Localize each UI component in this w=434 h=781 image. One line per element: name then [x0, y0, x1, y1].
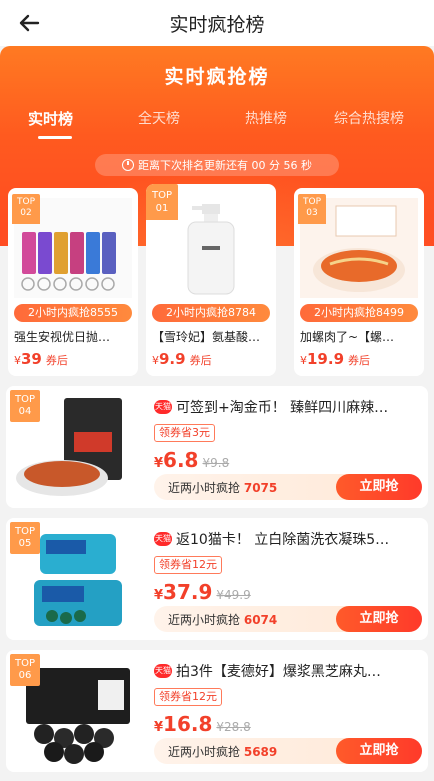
rank-badge: TOP 06	[10, 654, 40, 686]
rank-badge: TOP 03	[298, 194, 326, 224]
buy-now-button[interactable]: 立即抢	[336, 738, 422, 764]
top-card-rank-3[interactable]: TOP 03 2小时内疯抢8499 加螺肉了~【螺… ¥19.9 券后	[294, 188, 424, 376]
tab-hot-search[interactable]: 综合热搜榜	[334, 108, 404, 128]
tmall-badge: 天猫	[154, 400, 172, 414]
tab-realtime[interactable]: 实时榜	[28, 108, 73, 129]
hot-sales-text: 近两小时疯抢 7075	[168, 481, 278, 495]
product-name: 强生安视优日抛…	[14, 330, 111, 344]
list-item[interactable]: TOP 04 天猫 可签到+淘金币！ 臻鲜四川麻辣… 领券省3元 ¥6.8 ¥9.8…	[6, 386, 428, 508]
hot-count-pill: 2小时内疯抢8555	[14, 304, 132, 322]
page-title: 实时疯抢榜	[169, 13, 265, 36]
original-price: ¥28.8	[216, 720, 251, 734]
coupon-badge[interactable]: 领券省12元	[154, 556, 222, 574]
rank-badge: TOP 02	[12, 194, 40, 224]
product-price: ¥9.9 券后	[152, 350, 212, 368]
product-price: ¥6.8 ¥9.8	[154, 448, 230, 472]
coupon-badge[interactable]: 领券省3元	[154, 424, 215, 442]
product-price: ¥16.8 ¥28.8	[154, 712, 251, 736]
hot-sales-bar: 近两小时疯抢 7075 立即抢	[154, 474, 422, 500]
top-nav-bar: 实时疯抢榜	[0, 0, 434, 46]
tab-hot-push[interactable]: 热推榜	[245, 108, 287, 128]
product-price: ¥37.9 ¥49.9	[154, 580, 251, 604]
top-card-rank-1[interactable]: TOP 01 2小时内疯抢8784 【雪玲妃】氨基酸… ¥9.9 券后	[146, 184, 276, 376]
rank-badge: TOP 04	[10, 390, 40, 422]
hot-sales-text: 近两小时疯抢 5689	[168, 745, 278, 759]
buy-now-button[interactable]: 立即抢	[336, 606, 422, 632]
top-card-rank-2[interactable]: TOP 02 2小时内疯抢8555 强生安视优日抛… ¥39 券后	[8, 188, 138, 376]
clock-icon	[122, 159, 134, 171]
hot-sales-text: 近两小时疯抢 6074	[168, 613, 278, 627]
arrow-left-icon[interactable]	[14, 8, 44, 38]
list-item[interactable]: TOP 05 天猫 返10猫卡！ 立白除菌洗衣凝珠5… 领券省12元 ¥37.9 ¥…	[6, 518, 428, 640]
hot-sales-bar: 近两小时疯抢 6074 立即抢	[154, 606, 422, 632]
rank-badge: TOP 05	[10, 522, 40, 554]
tmall-badge: 天猫	[154, 532, 172, 546]
product-name: 可签到+淘金币！ 臻鲜四川麻辣…	[176, 400, 389, 416]
original-price: ¥9.8	[202, 456, 230, 470]
tmall-badge: 天猫	[154, 664, 172, 678]
product-price: ¥19.9 券后	[300, 350, 371, 368]
active-tab-indicator	[38, 136, 72, 139]
hero-title: 实时疯抢榜	[164, 66, 270, 88]
product-name: 【雪玲妃】氨基酸…	[152, 330, 261, 344]
product-name: 加螺肉了~【螺…	[300, 330, 395, 344]
hot-sales-bar: 近两小时疯抢 5689 立即抢	[154, 738, 422, 764]
ranking-tabs: 实时榜 全天榜 热推榜 综合热搜榜	[0, 108, 434, 142]
buy-now-button[interactable]: 立即抢	[336, 474, 422, 500]
product-name: 拍3件【麦德好】爆浆黑芝麻丸…	[176, 664, 381, 680]
tab-all-day[interactable]: 全天榜	[138, 108, 180, 128]
countdown-text: 距离下次排名更新还有 00 分 56 秒	[138, 159, 312, 172]
coupon-badge[interactable]: 领券省12元	[154, 688, 222, 706]
rank-badge: TOP 01	[146, 184, 178, 220]
original-price: ¥49.9	[216, 588, 251, 602]
update-countdown: 距离下次排名更新还有 00 分 56 秒	[95, 154, 339, 176]
product-name: 返10猫卡！ 立白除菌洗衣凝珠5…	[176, 532, 390, 548]
product-price: ¥39 券后	[14, 350, 68, 368]
hot-count-pill: 2小时内疯抢8784	[152, 304, 270, 322]
hot-count-pill: 2小时内疯抢8499	[300, 304, 418, 322]
list-item[interactable]: TOP 06 天猫 拍3件【麦德好】爆浆黑芝麻丸… 领券省12元 ¥16.8 ¥28…	[6, 650, 428, 772]
